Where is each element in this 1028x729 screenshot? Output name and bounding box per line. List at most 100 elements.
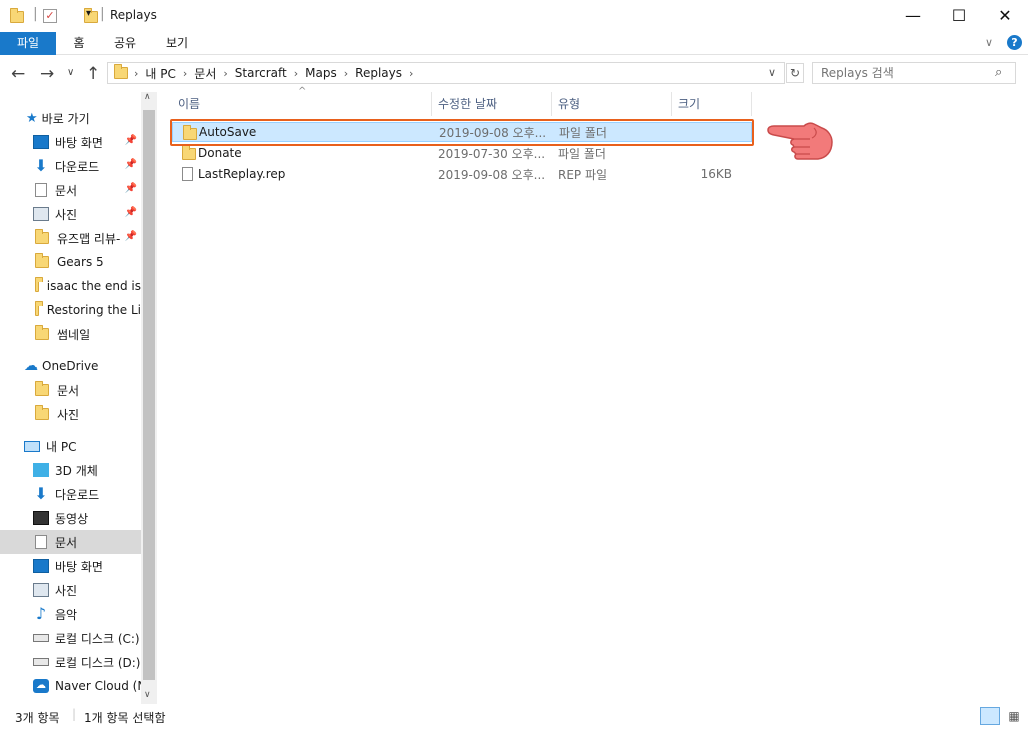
file-type: 파일 폴더 xyxy=(558,146,606,161)
sidebar-item-pc-pictures[interactable]: 사진 xyxy=(33,578,141,602)
sidebar-item-pc-desktop[interactable]: 바탕 화면 xyxy=(33,554,141,578)
tab-share[interactable]: 공유 xyxy=(108,32,142,55)
maximize-button[interactable]: ☐ xyxy=(936,0,982,30)
sidebar-item-pictures[interactable]: 사진 📌 xyxy=(33,202,141,226)
column-header-date[interactable]: 수정한 날짜 xyxy=(432,92,552,116)
breadcrumb-replays[interactable]: Replays xyxy=(355,66,402,80)
sidebar-scrollbar[interactable]: ∧ ∨ xyxy=(141,92,157,704)
scroll-down-icon[interactable]: ∨ xyxy=(144,690,151,700)
sidebar-item-onedrive[interactable]: ☁ OneDrive xyxy=(24,354,141,378)
sidebar-item-drive-c[interactable]: 로컬 디스크 (C:) xyxy=(33,626,141,650)
customize-toolbar-icon[interactable]: ▾ xyxy=(86,8,91,19)
column-header-type[interactable]: 유형 xyxy=(552,92,672,116)
column-header-size[interactable]: 크기 xyxy=(672,92,752,116)
sidebar-item-label: 다운로드 xyxy=(55,487,100,502)
close-button[interactable]: ✕ xyxy=(982,0,1028,30)
sidebar-item-folder[interactable]: Gears 5 xyxy=(33,250,141,274)
table-row[interactable]: LastReplay.rep 2019-09-08 오후... REP 파일 1… xyxy=(172,164,752,184)
sidebar-item-label: 바로 가기 xyxy=(41,111,90,126)
sidebar-item-label: 로컬 디스크 (C:) xyxy=(55,631,140,646)
sidebar-item-pc-documents[interactable]: 문서 xyxy=(0,530,141,554)
sidebar-item-folder[interactable]: 유즈맵 리뷰- 📌 xyxy=(33,226,141,250)
search-icon[interactable]: ⌕ xyxy=(995,65,1002,80)
sidebar-item-drive-d[interactable]: 로컬 디스크 (D:) xyxy=(33,650,141,674)
sidebar-item-onedrive-documents[interactable]: 문서 xyxy=(33,378,141,402)
sidebar-item-pc-downloads[interactable]: ⬇ 다운로드 xyxy=(33,482,141,506)
sidebar-item-folder[interactable]: Restoring the Li xyxy=(33,298,141,322)
breadcrumb-separator[interactable]: › xyxy=(409,67,413,80)
search-input[interactable] xyxy=(821,63,991,83)
properties-icon[interactable]: ✓ xyxy=(43,9,57,23)
divider: | xyxy=(100,6,105,22)
address-dropdown-icon[interactable]: ∨ xyxy=(768,66,776,79)
sidebar-item-folder[interactable]: 썸네일 xyxy=(33,322,141,346)
pin-icon[interactable]: 📌 xyxy=(125,159,137,170)
pin-icon[interactable]: 📌 xyxy=(125,183,137,194)
expand-ribbon-icon[interactable]: ∨ xyxy=(985,36,993,49)
pointing-hand-icon xyxy=(767,122,833,160)
sidebar-item-label: Restoring the Li xyxy=(46,303,141,317)
breadcrumb-separator[interactable]: › xyxy=(183,67,187,80)
pin-icon[interactable]: 📌 xyxy=(124,231,137,242)
help-icon[interactable]: ? xyxy=(1007,35,1022,50)
breadcrumb-documents[interactable]: 문서 xyxy=(194,65,216,82)
sidebar-item-naver-cloud[interactable]: ☁ Naver Cloud (N: xyxy=(33,674,141,698)
navigation-pane: ★ 바로 가기 바탕 화면 📌 ⬇ 다운로드 📌 문서 📌 사진 📌 유즈맵 리… xyxy=(0,92,158,704)
sidebar-item-label: Naver Cloud (N: xyxy=(55,679,141,693)
file-list: ^ 이름 수정한 날짜 유형 크기 AutoSave 2019-09-08 오후… xyxy=(158,86,1028,704)
location-folder-icon xyxy=(114,64,128,79)
pin-icon[interactable]: 📌 xyxy=(125,207,137,218)
recent-locations-icon[interactable]: ∨ xyxy=(67,67,74,78)
sidebar-item-label: OneDrive xyxy=(42,359,99,373)
sidebar-item-downloads[interactable]: ⬇ 다운로드 📌 xyxy=(33,154,141,178)
sidebar-item-label: Gears 5 xyxy=(57,255,104,269)
sidebar-item-onedrive-pictures[interactable]: 사진 xyxy=(33,402,141,426)
sidebar-item-desktop[interactable]: 바탕 화면 📌 xyxy=(33,130,141,154)
refresh-icon[interactable]: ↻ xyxy=(786,63,804,83)
back-arrow-icon[interactable]: ← xyxy=(11,64,25,84)
search-box[interactable]: ⌕ xyxy=(812,62,1016,84)
file-name: LastReplay.rep xyxy=(198,167,286,181)
folder-icon xyxy=(35,277,43,292)
sidebar-item-documents[interactable]: 문서 📌 xyxy=(33,178,141,202)
details-view-icon[interactable] xyxy=(980,707,1000,725)
breadcrumb-separator[interactable]: › xyxy=(344,67,348,80)
sidebar-item-label: 문서 xyxy=(55,183,78,198)
up-arrow-icon[interactable]: ↑ xyxy=(86,64,100,84)
breadcrumb-separator[interactable]: › xyxy=(223,67,227,80)
tab-file[interactable]: 파일 xyxy=(0,32,56,55)
tab-view[interactable]: 보기 xyxy=(160,32,194,55)
folder-icon xyxy=(35,229,49,244)
breadcrumb-maps[interactable]: Maps xyxy=(305,66,337,80)
folder-icon xyxy=(35,381,49,396)
sidebar-item-label: 음악 xyxy=(55,607,78,622)
breadcrumb-starcraft[interactable]: Starcraft xyxy=(235,66,287,80)
column-header-name[interactable]: 이름 xyxy=(172,92,432,116)
large-icons-view-icon[interactable]: ▦ xyxy=(1005,707,1023,725)
computer-icon xyxy=(24,440,40,452)
forward-arrow-icon[interactable]: → xyxy=(40,64,54,84)
pin-icon[interactable]: 📌 xyxy=(125,135,137,146)
minimize-button[interactable]: — xyxy=(890,0,936,30)
sidebar-item-videos[interactable]: 동영상 xyxy=(33,506,141,530)
breadcrumb-separator[interactable]: › xyxy=(294,67,298,80)
scroll-up-icon[interactable]: ∧ xyxy=(144,92,151,102)
folder-icon xyxy=(35,253,49,268)
sidebar-item-3d-objects[interactable]: 3D 개체 xyxy=(33,458,141,482)
tab-home[interactable]: 홈 xyxy=(64,32,94,55)
sidebar-item-folder[interactable]: isaac the end is xyxy=(33,274,141,298)
address-bar[interactable]: › 내 PC › 문서 › Starcraft › Maps › Replays… xyxy=(107,62,785,84)
sidebar-item-label: 썸네일 xyxy=(57,327,91,342)
sidebar-item-label: 바탕 화면 xyxy=(55,559,103,574)
sidebar-item-music[interactable]: ♪ 음악 xyxy=(33,602,141,626)
file-name: Donate xyxy=(198,146,242,160)
folder-icon xyxy=(35,405,49,420)
table-row[interactable]: Donate 2019-07-30 오후... 파일 폴더 xyxy=(172,143,752,163)
file-date: 2019-09-08 오후... xyxy=(438,167,546,182)
breadcrumb-this-pc[interactable]: 내 PC xyxy=(145,65,175,82)
sidebar-item-this-pc[interactable]: 내 PC xyxy=(24,434,141,458)
scrollbar-thumb[interactable] xyxy=(143,110,155,680)
selection-count: 1개 항목 선택함 xyxy=(84,711,166,725)
breadcrumb-separator[interactable]: › xyxy=(134,67,138,80)
desktop-icon xyxy=(33,559,49,573)
